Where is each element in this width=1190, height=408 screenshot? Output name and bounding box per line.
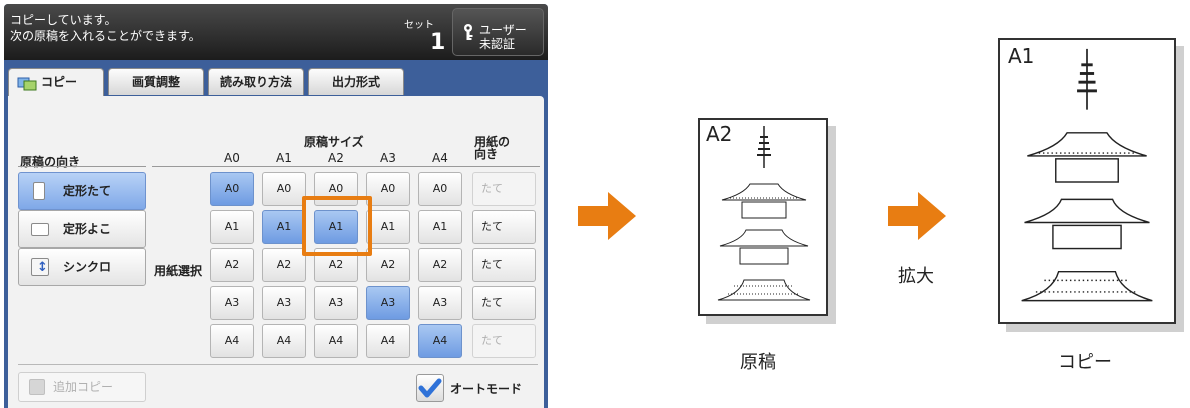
size-cell[interactable]: A0 xyxy=(366,172,410,206)
divider xyxy=(18,166,146,167)
pagoda-icon xyxy=(717,126,811,301)
size-cell[interactable]: A0 xyxy=(210,172,254,206)
size-cell[interactable]: A4 xyxy=(366,324,410,358)
size-cell[interactable]: A3 xyxy=(262,286,306,320)
size-cell[interactable]: A4 xyxy=(314,324,358,358)
size-cell[interactable]: A0 xyxy=(418,172,462,206)
divider xyxy=(152,166,540,167)
size-cell[interactable]: A1 xyxy=(366,210,410,244)
size-cell[interactable]: A2 xyxy=(366,248,410,282)
size-cell[interactable]: A3 xyxy=(418,286,462,320)
size-cell[interactable]: A0 xyxy=(262,172,306,206)
set-count: 1 xyxy=(430,30,446,55)
size-cell[interactable]: A1 xyxy=(418,210,462,244)
paper-orientation-title-line2: 向き xyxy=(474,147,499,161)
tab-copy-label: コピー xyxy=(41,75,78,89)
orientation-sync-label: シンクロ xyxy=(63,260,112,274)
orientation-portrait-label: 定形たて xyxy=(63,184,112,198)
sync-icon: ↕ xyxy=(31,258,49,276)
tab-scan-method[interactable]: 読み取り方法 xyxy=(208,68,304,95)
copy-caption: コピー xyxy=(1058,352,1112,373)
original-paper: A2 xyxy=(698,118,828,316)
size-cell[interactable]: A3 xyxy=(314,286,358,320)
status-header: コピーしています。 次の原稿を入れることができます。 セット 1 ユーザー 未認… xyxy=(4,4,548,60)
selected-cell-highlight xyxy=(302,196,372,256)
orange-arrow-icon xyxy=(888,192,946,240)
size-cell[interactable]: A4 xyxy=(210,324,254,358)
tab-image-quality[interactable]: 画質調整 xyxy=(108,68,204,95)
copier-panel: コピーしています。 次の原稿を入れることができます。 セット 1 ユーザー 未認… xyxy=(4,4,548,408)
copy-paper: A1 xyxy=(998,38,1176,324)
size-cell[interactable]: A2 xyxy=(210,248,254,282)
checkmark-icon xyxy=(418,378,442,398)
user-label-line2: 未認証 xyxy=(479,37,516,51)
size-cell[interactable]: A3 xyxy=(366,286,410,320)
add-copy-label: 追加コピー xyxy=(53,380,114,394)
size-cell[interactable]: A2 xyxy=(418,248,462,282)
auto-mode-checkbox[interactable] xyxy=(416,374,444,402)
set-label: セット xyxy=(404,20,434,31)
size-cell[interactable]: A4 xyxy=(262,324,306,358)
column-header: A1 xyxy=(276,151,292,165)
paper-select-label: 用紙選択 xyxy=(154,264,203,278)
user-key-icon xyxy=(464,24,473,40)
status-message-line2: 次の原稿を入れることができます。 xyxy=(10,29,201,43)
orientation-portrait-button[interactable]: 定形たて xyxy=(18,172,146,210)
status-message-line1: コピーしています。 xyxy=(10,13,117,27)
paper-orientation-button[interactable]: たて xyxy=(472,286,536,320)
size-cell[interactable]: A1 xyxy=(210,210,254,244)
size-cell[interactable]: A2 xyxy=(262,248,306,282)
copy-settings-content: 原稿の向き 原稿サイズ 用紙の 向き A0 A1 A2 A3 A4 定形たて 定形よこ … xyxy=(8,96,544,408)
user-button[interactable]: ユーザー 未認証 xyxy=(452,8,544,56)
enlarge-label: 拡大 xyxy=(898,266,934,287)
paper-orientation-title: 用紙の 向き xyxy=(474,136,510,160)
column-header: A3 xyxy=(380,151,396,165)
column-header: A2 xyxy=(328,151,344,165)
add-copy-button[interactable]: 追加コピー xyxy=(18,372,146,402)
auto-mode-label: オートモード xyxy=(450,382,523,396)
size-cell[interactable]: A1 xyxy=(262,210,306,244)
original-caption: 原稿 xyxy=(740,352,776,373)
original-size-title: 原稿サイズ xyxy=(304,135,364,149)
size-cell[interactable]: A3 xyxy=(210,286,254,320)
portrait-page-icon xyxy=(33,182,45,200)
copy-icon xyxy=(17,77,37,91)
tab-output-format[interactable]: 出力形式 xyxy=(308,68,404,95)
paper-orientation-button[interactable]: たて xyxy=(472,248,536,282)
divider xyxy=(18,364,538,365)
pagoda-icon xyxy=(1021,48,1153,302)
add-copy-icon xyxy=(29,379,45,395)
paper-orientation-button[interactable]: たて xyxy=(472,210,536,244)
paper-orientation-button[interactable]: たて xyxy=(472,324,536,358)
orientation-sync-button[interactable]: ↕ シンクロ xyxy=(18,248,146,286)
paper-orientation-button[interactable]: たて xyxy=(472,172,536,206)
column-header: A0 xyxy=(224,151,240,165)
landscape-page-icon xyxy=(31,223,49,236)
orientation-landscape-label: 定形よこ xyxy=(63,222,112,236)
column-header: A4 xyxy=(432,151,448,165)
original-orientation-title: 原稿の向き xyxy=(20,155,81,169)
orientation-landscape-button[interactable]: 定形よこ xyxy=(18,210,146,248)
orange-arrow-icon xyxy=(578,192,636,240)
size-cell[interactable]: A4 xyxy=(418,324,462,358)
